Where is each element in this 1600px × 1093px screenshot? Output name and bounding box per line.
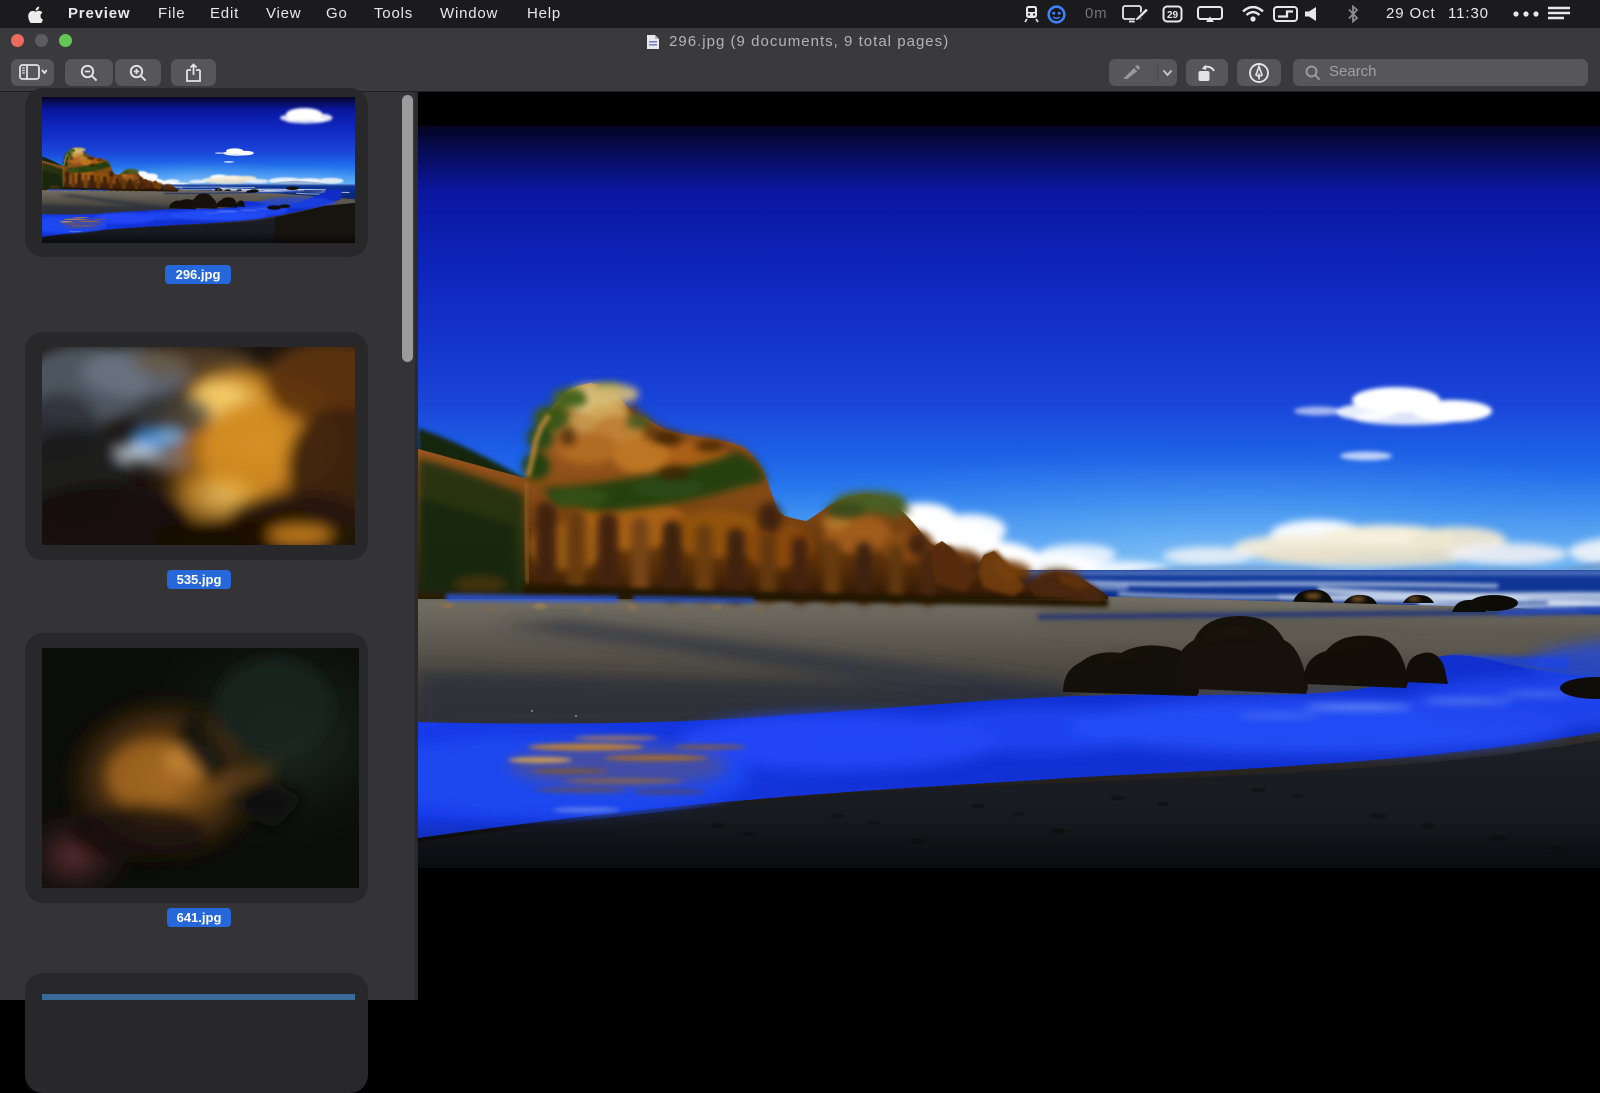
svg-text:29: 29 xyxy=(1167,10,1179,21)
